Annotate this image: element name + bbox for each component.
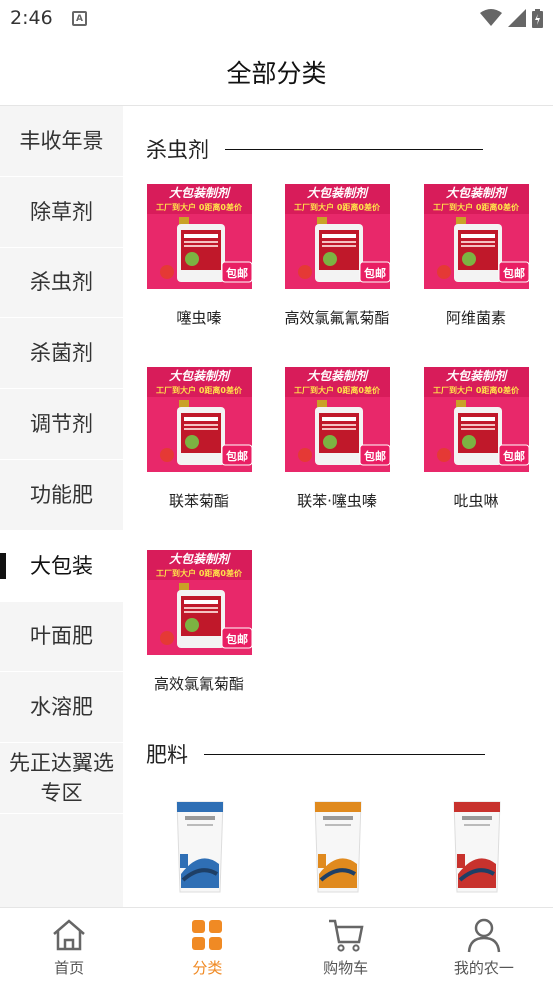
product-image <box>284 794 390 899</box>
cart-icon <box>327 916 365 954</box>
sidebar-item[interactable]: 杀菌剂 <box>0 318 123 390</box>
status-bar: 2:46 A <box>0 0 553 38</box>
svg-text:大包装制剂: 大包装制剂 <box>306 369 368 383</box>
bottom-tab-bar: 首页 分类 购物车 我的农一 <box>0 907 553 984</box>
sidebar-item[interactable]: 叶面肥 <box>0 602 123 673</box>
sidebar-item[interactable]: 调节剂 <box>0 389 123 460</box>
product-image: 大包装制剂工厂到大户 0距离0差价包邮 <box>146 367 252 472</box>
category-content: 杀虫剂 大包装制剂 工厂到大户 0距离0差价 包邮 噻虫嗪 大包装制剂 工厂到大户 0距离0… <box>123 106 553 907</box>
svg-text:大包装制剂: 大包装制剂 <box>168 186 230 200</box>
product-name: 噻虫嗪 <box>176 309 222 327</box>
svg-text:工厂到大户 0距离0差价: 工厂到大户 0距离0差价 <box>433 385 520 395</box>
product-card[interactable]: 大包装制剂工厂到大户 0距离0差价包邮噻虫嗪 <box>134 184 264 328</box>
tab-item[interactable]: 首页 <box>0 908 138 984</box>
section-header: 杀虫剂 <box>146 134 483 164</box>
app-header: 全部分类 <box>0 38 553 106</box>
section-divider <box>225 148 483 150</box>
product-image <box>423 794 529 899</box>
section-divider <box>204 753 485 755</box>
wifi-icon <box>480 9 502 26</box>
svg-text:包邮: 包邮 <box>363 449 386 463</box>
status-time: 2:46 <box>10 7 53 29</box>
svg-text:包邮: 包邮 <box>225 266 248 280</box>
product-card[interactable]: 大包装制剂工厂到大户 0距离0差价包邮高效氯氰菊酯 <box>134 550 264 694</box>
tab-item[interactable]: 我的农一 <box>415 908 553 984</box>
product-name: 高效氯氟氰菊酯 <box>284 309 390 327</box>
product-card[interactable]: 大包装制剂工厂到大户 0距离0差价包邮高效氯氟氰菊酯 <box>272 184 402 328</box>
sidebar-item-label: 大包装 <box>30 553 93 578</box>
sidebar-item-label: 杀虫剂 <box>30 270 93 295</box>
svg-text:大包装制剂: 大包装制剂 <box>445 369 507 383</box>
page-title: 全部分类 <box>226 58 327 88</box>
svg-text:工厂到大户 0距离0差价: 工厂到大户 0距离0差价 <box>294 202 381 212</box>
sidebar-item-label: 杀菌剂 <box>30 341 93 366</box>
svg-text:大包装制剂: 大包装制剂 <box>306 186 368 200</box>
section-header: 肥料 <box>146 739 485 769</box>
tab-item[interactable]: 购物车 <box>277 908 415 984</box>
battery-icon <box>532 8 543 28</box>
product-card[interactable]: 大包装制剂工厂到大户 0距离0差价包邮联苯·噻虫嗪 <box>272 367 402 511</box>
product-card[interactable]: 大包装制剂工厂到大户 0距离0差价包邮联苯菊酯 <box>134 367 264 511</box>
system-icons <box>480 8 543 28</box>
product-card[interactable]: 大包装制剂工厂到大户 0距离0差价包邮阿维菌素 <box>411 184 541 328</box>
svg-text:包邮: 包邮 <box>502 266 525 280</box>
svg-text:工厂到大户 0距离0差价: 工厂到大户 0距离0差价 <box>294 385 381 395</box>
svg-text:包邮: 包邮 <box>225 632 248 646</box>
sidebar-item[interactable]: 丰收年景 <box>0 106 123 177</box>
signal-icon <box>508 9 526 27</box>
svg-text:工厂到大户 0距离0差价: 工厂到大户 0距离0差价 <box>156 568 243 578</box>
sidebar-item-label: 水溶肥 <box>30 695 93 720</box>
sidebar-item-label: 调节剂 <box>30 412 93 437</box>
product-image: 大包装制剂工厂到大户 0距离0差价包邮 <box>423 367 529 472</box>
product-image: 大包装制剂工厂到大户 0距离0差价包邮 <box>146 550 252 655</box>
tab-label: 分类 <box>192 959 223 977</box>
product-image: 大包装制剂工厂到大户 0距离0差价包邮 <box>423 184 529 289</box>
product-image: 大包装制剂工厂到大户 0距离0差价包邮 <box>146 184 252 289</box>
sidebar-item[interactable]: 水溶肥 <box>0 672 123 744</box>
svg-text:工厂到大户 0距离0差价: 工厂到大户 0距离0差价 <box>433 202 520 212</box>
sidebar-item-label: 丰收年景 <box>19 128 104 153</box>
sidebar-item[interactable]: 除草剂 <box>0 177 123 248</box>
product-card[interactable]: 高钾型大量元素水 <box>411 794 541 907</box>
section-title: 杀虫剂 <box>146 138 209 162</box>
sidebar-item[interactable]: 杀虫剂 <box>0 248 123 319</box>
tab-item[interactable]: 分类 <box>138 908 276 984</box>
svg-text:大包装制剂: 大包装制剂 <box>445 186 507 200</box>
product-image: 大包装制剂工厂到大户 0距离0差价包邮 <box>284 184 390 289</box>
svg-text:工厂到大户 0距离0差价: 工厂到大户 0距离0差价 <box>156 202 243 212</box>
sidebar-item[interactable]: 先正达翼选专区 <box>0 743 123 814</box>
product-card[interactable]: 高氮型大量元素水 <box>134 794 264 907</box>
product-name: 联苯菊酯 <box>168 492 229 510</box>
section-title: 肥料 <box>146 743 188 767</box>
tab-label: 我的农一 <box>453 959 514 977</box>
product-name: 联苯·噻虫嗪 <box>297 492 377 510</box>
tab-label: 购物车 <box>323 959 369 977</box>
sidebar-item[interactable]: 大包装 <box>0 530 123 602</box>
product-image <box>146 794 252 899</box>
category-sidebar: 丰收年景除草剂杀虫剂杀菌剂调节剂功能肥大包装叶面肥水溶肥先正达翼选专区 <box>0 106 123 907</box>
grid-icon <box>188 916 226 954</box>
svg-text:大包装制剂: 大包装制剂 <box>168 552 230 566</box>
product-image: 大包装制剂工厂到大户 0距离0差价包邮 <box>284 367 390 472</box>
svg-text:包邮: 包邮 <box>502 449 525 463</box>
svg-text:大包装制剂: 大包装制剂 <box>168 369 230 383</box>
home-icon <box>50 916 88 954</box>
sidebar-item[interactable]: 功能肥 <box>0 460 123 531</box>
notification-icon: A <box>72 11 87 26</box>
product-card[interactable]: 大包装制剂工厂到大户 0距离0差价包邮吡虫啉 <box>411 367 541 511</box>
product-name: 高效氯氰菊酯 <box>153 675 244 693</box>
sidebar-item-label: 叶面肥 <box>30 624 93 649</box>
svg-text:包邮: 包邮 <box>225 449 248 463</box>
person-icon <box>465 916 503 954</box>
sidebar-item-label: 功能肥 <box>30 482 93 507</box>
svg-text:工厂到大户 0距离0差价: 工厂到大户 0距离0差价 <box>156 385 243 395</box>
sidebar-item-label: 先正达翼选专区 <box>9 751 114 806</box>
product-name: 阿维菌素 <box>445 309 506 327</box>
sidebar-item-label: 除草剂 <box>30 199 93 224</box>
tab-label: 首页 <box>54 959 85 977</box>
product-card[interactable]: 高磷型大量元素水 <box>272 794 402 907</box>
svg-text:包邮: 包邮 <box>363 266 386 280</box>
product-name: 吡虫啉 <box>453 492 499 510</box>
